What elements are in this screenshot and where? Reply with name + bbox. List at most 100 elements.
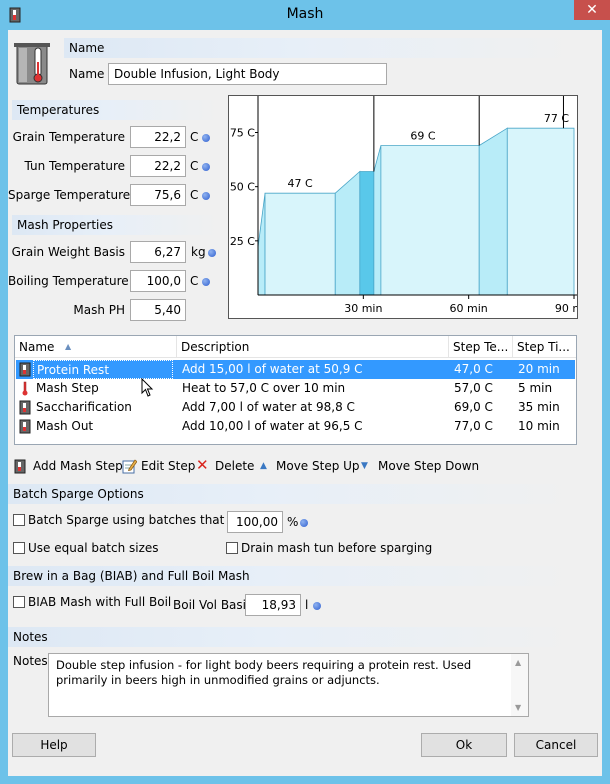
boil-vol-field[interactable]: 18,93 [245,594,301,616]
batch-sparge-label: Batch Sparge using batches that fill [28,513,243,527]
mash-profile-chart: 25 C 50 C 75 C 30 min 60 min 90 min 47 C 69 C 77… [228,95,593,319]
mash-steps-header: Name ▲ Description Step Te... Step Ti... [15,336,576,358]
mouse-cursor-icon [141,378,154,397]
step-description: Add 7,00 l of water at 98,8 C [182,400,355,414]
boiling-temp-info-icon[interactable] [202,278,210,286]
title-bar: Mash ✕ [0,0,610,30]
temperature-annotation: 77 C [544,112,569,125]
name-field[interactable]: Double Infusion, Light Body [108,63,387,85]
mash-ph-field[interactable]: 5,40 [130,299,186,321]
mash-ph-label: Mash PH [73,303,125,317]
help-button[interactable]: Help [12,733,96,757]
grain-temp-unit: C [190,130,199,144]
grain-weight-field[interactable]: 6,27 [130,241,186,263]
profile-segment [264,192,336,296]
step-temp: 57,0 C [454,381,493,395]
add-step-icon [14,459,26,474]
sort-ascending-icon: ▲ [65,342,72,351]
profile-segment [359,171,375,296]
grain-weight-info-icon[interactable] [208,249,216,257]
step-name: Mash Out [36,419,94,433]
notes-section-header: Notes [8,627,578,647]
temperature-annotation: 47 C [288,177,313,190]
column-header-name[interactable]: Name ▲ [15,336,177,358]
move-step-down-button[interactable]: ▼ Move Step Down [361,457,479,475]
batch-fill-info-icon[interactable] [300,519,308,527]
profile-segment [373,145,382,296]
thermometer-icon [22,381,28,396]
close-button[interactable]: ✕ [574,0,610,20]
temperatures-section-header: Temperatures [12,100,220,120]
boil-vol-unit: l [305,598,309,612]
step-row[interactable]: Mash Out Add 10,00 l of water at 96,5 C … [16,417,575,436]
edit-icon [122,459,137,474]
step-description: Add 10,00 l of water at 96,5 C [182,419,363,433]
tun-temp-label: Tun Temperature [24,159,125,173]
biab-full-boil-label: BIAB Mash with Full Boil [28,595,172,609]
boil-vol-info-icon[interactable] [313,602,321,610]
drain-tun-checkbox[interactable] [226,542,238,554]
grain-temp-field[interactable]: 22,2 [130,126,186,148]
edit-step-button[interactable]: Edit Step [122,457,196,475]
boiling-temp-label: Boiling Temperature [8,274,129,288]
cancel-button[interactable]: Cancel [514,733,598,757]
delete-step-button[interactable]: ✕ Delete [196,456,255,475]
biab-section-header: Brew in a Bag (BIAB) and Full Boil Mash [8,566,578,586]
notes-text: Double step infusion - for light body be… [56,658,472,687]
batch-fill-unit: % [287,515,299,529]
move-up-icon: ▲ [260,461,267,471]
sparge-temp-unit: C [190,188,199,202]
column-header-step-temp[interactable]: Step Te... [449,336,513,358]
edit-step-label: Edit Step [141,459,196,473]
delete-label: Delete [215,459,255,473]
profile-segment [506,127,575,296]
boiling-temp-unit: C [190,274,199,288]
column-header-step-time[interactable]: Step Ti... [513,336,576,358]
y-tick-label: 50 C [230,181,255,194]
notes-scrollbar[interactable]: ▲ ▼ [511,654,528,716]
profile-segment [334,170,361,296]
equal-batch-label: Use equal batch sizes [28,541,159,555]
grain-weight-label: Grain Weight Basis [11,245,125,259]
equal-batch-checkbox[interactable] [13,542,25,554]
add-mash-step-label: Add Mash Step [33,459,123,473]
ok-button[interactable]: Ok [421,733,507,757]
sparge-temp-field[interactable]: 75,6 [130,184,186,206]
grain-temp-label: Grain Temperature [12,130,125,144]
biab-full-boil-checkbox[interactable] [13,596,25,608]
grain-weight-unit: kg [191,245,206,259]
grain-temp-info-icon[interactable] [202,134,210,142]
y-tick-label: 75 C [230,127,255,140]
delete-icon: ✕ [196,456,209,474]
notes-label: Notes [13,654,48,668]
profile-segment [380,145,480,296]
column-header-description[interactable]: Description [177,336,449,358]
batch-fill-field[interactable]: 100,00 [227,511,283,533]
step-row[interactable]: Mash Step Heat to 57,0 C over 10 min 57,… [16,379,575,398]
mash-steps-list[interactable]: Name ▲ Description Step Te... Step Ti...… [14,335,577,445]
profile-segment [257,193,266,296]
notes-textarea[interactable]: Double step infusion - for light body be… [48,653,529,717]
infusion-icon [19,362,31,377]
boiling-temp-field[interactable]: 100,0 [130,270,186,292]
sparge-temp-info-icon[interactable] [202,192,210,200]
step-time: 5 min [518,381,553,395]
move-down-icon: ▼ [361,461,368,471]
step-row[interactable]: Protein Rest Add 15,00 l of water at 50,… [16,360,575,379]
tun-temp-field[interactable]: 22,2 [130,155,186,177]
sparge-temp-label: Sparge Temperature [8,188,131,202]
window-title: Mash [286,6,324,22]
step-temp: 77,0 C [454,419,493,433]
x-tick-label: 60 min [450,302,488,315]
infusion-icon [19,419,31,434]
step-temp: 47,0 C [454,362,493,376]
step-row[interactable]: Saccharification Add 7,00 l of water at … [16,398,575,417]
batch-sparge-checkbox[interactable] [13,514,25,526]
move-step-up-button[interactable]: ▲ Move Step Up [260,457,360,475]
step-name: Saccharification [36,400,132,414]
scroll-up-icon[interactable]: ▲ [515,655,521,670]
drain-tun-label: Drain mash tun before sparging [241,541,433,555]
step-time: 10 min [518,419,560,433]
tun-temp-info-icon[interactable] [202,163,210,171]
scroll-down-icon[interactable]: ▼ [515,700,521,715]
